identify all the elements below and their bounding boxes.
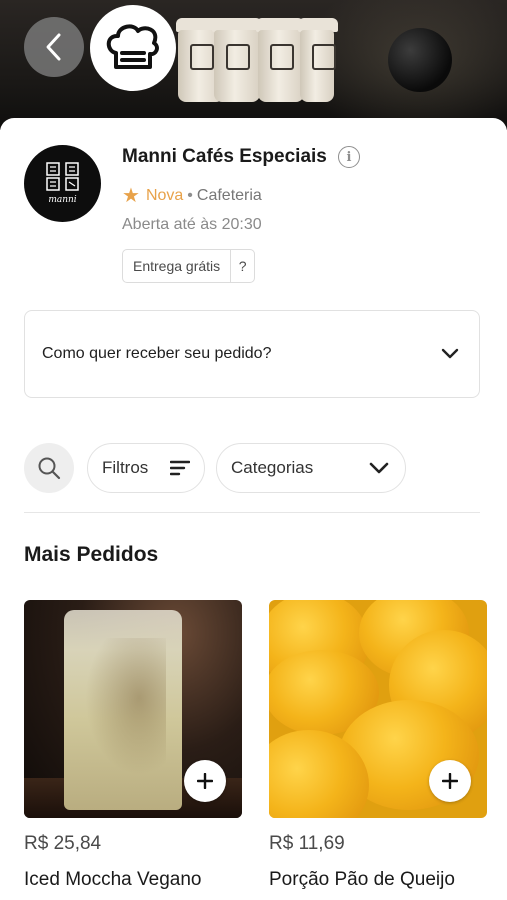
search-button[interactable]: [24, 443, 74, 493]
product-price: R$ 11,69: [269, 833, 345, 854]
separator-dot: •: [187, 187, 193, 204]
banner-knob: [388, 28, 452, 92]
info-icon[interactable]: i: [338, 146, 360, 168]
divider: [24, 512, 480, 513]
back-button[interactable]: [24, 17, 84, 77]
filter-bar: Filtros Categorias: [24, 443, 406, 493]
add-to-cart-button[interactable]: [184, 760, 226, 802]
product-price: R$ 25,84: [24, 833, 102, 854]
iced-drink-glass: [64, 610, 182, 810]
chevron-down-icon: [441, 348, 459, 359]
product-card[interactable]: R$ 25,84 Iced Moccha Vegano: [24, 600, 242, 891]
store-category: Cafeteria: [196, 187, 262, 204]
rating-label: Nova: [145, 187, 184, 204]
coffee-cup: [214, 30, 260, 102]
delivery-tag: Entrega grátis ?: [122, 249, 256, 283]
chef-hat-icon: [106, 24, 159, 69]
store-rating-line: ★ Nova • Cafeteria: [122, 186, 262, 206]
plus-icon: [442, 773, 458, 789]
coffee-cup: [300, 30, 336, 102]
add-to-cart-button[interactable]: [429, 760, 471, 802]
star-icon: ★: [122, 185, 140, 207]
filters-button[interactable]: Filtros: [87, 443, 205, 493]
store-logo: manni: [24, 145, 101, 222]
product-name: Iced Moccha Vegano: [24, 869, 202, 890]
chef-hat-badge: [90, 5, 176, 91]
chevron-left-icon: [46, 33, 61, 61]
plus-icon: [197, 773, 213, 789]
product-card[interactable]: R$ 11,69 Porção Pão de Queijo: [269, 600, 487, 891]
delivery-tag-label: Entrega grátis: [123, 250, 232, 282]
store-hours: Aberta até às 20:30: [122, 216, 262, 233]
delivery-help-button[interactable]: ?: [231, 250, 254, 282]
coffee-cup: [258, 30, 304, 102]
product-name: Porção Pão de Queijo: [269, 869, 455, 890]
store-logo-word: manni: [48, 195, 77, 205]
filters-label: Filtros: [102, 458, 149, 477]
store-logo-mark: [45, 162, 79, 191]
search-icon: [38, 457, 61, 480]
categories-dropdown[interactable]: Categorias: [216, 443, 406, 493]
receive-order-prompt: Como quer receber seu pedido?: [42, 345, 272, 362]
chevron-down-icon: [369, 462, 389, 473]
section-title: Mais Pedidos: [24, 543, 159, 566]
sort-lines-icon: [170, 460, 190, 476]
product-image: [24, 600, 242, 818]
categories-label: Categorias: [231, 458, 314, 477]
receive-order-selector[interactable]: Como quer receber seu pedido?: [24, 310, 480, 398]
store-name: Manni Cafés Especiais: [122, 146, 327, 167]
product-image: [269, 600, 487, 818]
